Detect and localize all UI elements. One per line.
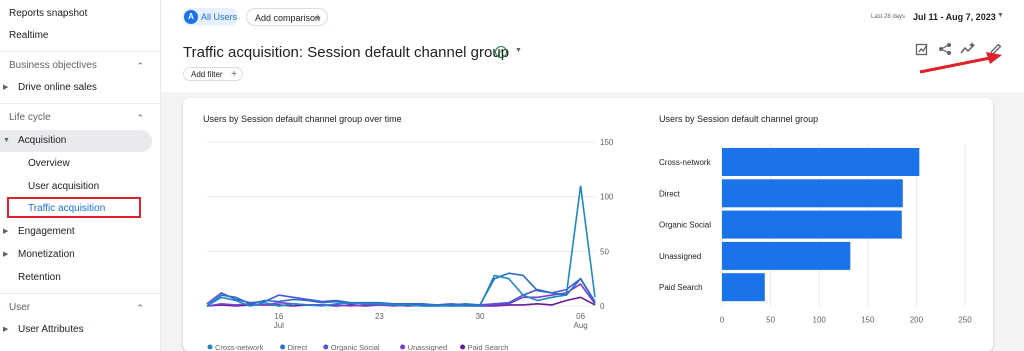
legend-label: Organic Social — [331, 343, 380, 351]
bar-unassigned[interactable] — [722, 241, 851, 270]
expand-arrow-icon[interactable]: ▶ — [3, 81, 8, 95]
x-tick-label: 16 — [274, 312, 283, 321]
caret-down-icon[interactable]: ▼ — [515, 47, 522, 54]
highlight-box — [7, 197, 141, 218]
nav-label: Realtime — [9, 30, 49, 41]
section-label: Business objectives — [9, 60, 97, 71]
report-header: Traffic acquisition: Session default cha… — [161, 34, 1024, 92]
nav-label: User acquisition — [28, 181, 100, 192]
add-filter-label: Add filter — [191, 70, 223, 79]
legend-item[interactable]: Paid Search — [460, 343, 508, 351]
bar-organic-social[interactable] — [722, 210, 902, 239]
category-label: Paid Search — [659, 283, 703, 292]
segment-label: All Users — [201, 12, 238, 22]
series-line-cross-network[interactable] — [206, 185, 596, 307]
add-comparison-label: Add comparison — [255, 13, 321, 23]
date-range-prefix: Last 28 days — [871, 14, 906, 20]
x-tick-label: Jul — [274, 321, 284, 330]
divider — [0, 293, 160, 294]
left-navigation: Reports snapshot Realtime Business objec… — [0, 0, 161, 351]
add-filter-button[interactable]: Add filter + — [183, 67, 243, 81]
x-tick-label: 0 — [720, 316, 725, 325]
line-chart-title: Users by Session default channel group o… — [203, 114, 402, 124]
chevron-up-icon[interactable]: ⌃ — [136, 59, 144, 73]
legend-item[interactable]: Cross-network — [207, 343, 264, 351]
plus-icon: + — [231, 69, 237, 80]
legend-dot-icon — [460, 344, 466, 350]
x-tick-label: 150 — [861, 316, 875, 325]
category-label: Direct — [659, 189, 681, 198]
main-content: A All Users Add comparison + Last 28 day… — [161, 0, 1024, 351]
x-tick-label: 30 — [476, 312, 485, 321]
y-tick-label: 0 — [600, 302, 605, 311]
divider — [0, 51, 160, 52]
bar-direct[interactable] — [722, 179, 903, 208]
collapse-arrow-icon[interactable]: ▼ — [3, 134, 10, 148]
x-tick-label: 50 — [766, 316, 775, 325]
x-tick-label: 100 — [813, 316, 827, 325]
nav-label: Acquisition — [18, 135, 67, 146]
legend-dot-icon — [400, 344, 406, 350]
nav-label: User Attributes — [18, 324, 84, 335]
plus-icon: + — [314, 12, 321, 24]
category-label: Unassigned — [659, 252, 701, 261]
legend-dot-icon — [323, 344, 329, 350]
category-label: Organic Social — [659, 221, 711, 230]
check-circle-icon: ✓ — [495, 46, 507, 58]
x-tick-label: 23 — [375, 312, 384, 321]
bar-cross-network[interactable] — [722, 148, 920, 176]
expand-arrow-icon[interactable]: ▶ — [3, 248, 8, 262]
caret-down-icon[interactable]: ▼ — [997, 12, 1004, 19]
legend-label: Paid Search — [468, 343, 509, 351]
x-tick-label: 06 — [576, 312, 585, 321]
x-tick-label: 250 — [958, 316, 972, 325]
legend-dot-icon — [280, 344, 286, 350]
chevron-up-icon[interactable]: ⌃ — [136, 301, 144, 315]
legend-dot-icon — [207, 344, 213, 350]
section-label: User — [9, 302, 31, 313]
segment-chip-all-users[interactable]: A All Users — [182, 8, 238, 26]
annotation-arrow-icon — [919, 52, 1002, 74]
comparison-bar: A All Users Add comparison + Last 28 day… — [161, 0, 1024, 34]
segment-avatar: A — [184, 10, 198, 24]
y-tick-label: 100 — [600, 193, 614, 202]
bar-paid-search[interactable] — [722, 273, 765, 302]
y-tick-label: 50 — [600, 247, 609, 256]
nav-label: Reports snapshot — [9, 8, 88, 19]
chevron-up-icon[interactable]: ⌃ — [136, 111, 144, 125]
nav-label: Overview — [28, 158, 70, 169]
bar-chart-title: Users by Session default channel group — [659, 114, 819, 124]
legend-label: Cross-network — [215, 343, 264, 351]
line-chart: 0 50 100 150 16Jul 23 30 06Aug Cross-network Dire… — [206, 138, 614, 351]
expand-arrow-icon[interactable]: ▶ — [3, 323, 8, 337]
nav-label: Monetization — [18, 249, 75, 260]
x-tick-label: Aug — [574, 321, 588, 330]
category-label: Cross-network — [659, 158, 712, 167]
bar-chart: 0 50 100 150 200 250 Cross-network Direct Organi… — [659, 144, 972, 325]
nav-label: Retention — [18, 272, 61, 283]
y-tick-label: 150 — [600, 138, 614, 147]
date-range-picker[interactable]: Jul 11 - Aug 7, 2023 — [913, 12, 996, 22]
legend-label: Direct — [288, 343, 309, 351]
legend-item[interactable]: Organic Social — [323, 343, 380, 351]
x-tick-label: 200 — [910, 316, 924, 325]
legend-item[interactable]: Unassigned — [400, 343, 447, 351]
report-card: Users by Session default channel group o… — [183, 98, 993, 351]
legend-item[interactable]: Direct — [280, 343, 308, 351]
add-comparison-button[interactable]: Add comparison + — [246, 8, 328, 26]
nav-label: Drive online sales — [18, 82, 97, 93]
expand-arrow-icon[interactable]: ▶ — [3, 225, 8, 239]
nav-label: Engagement — [18, 226, 75, 237]
legend-label: Unassigned — [408, 343, 448, 351]
page-title: Traffic acquisition: Session default cha… — [183, 44, 510, 61]
section-label: Life cycle — [9, 112, 51, 123]
divider — [0, 103, 160, 104]
